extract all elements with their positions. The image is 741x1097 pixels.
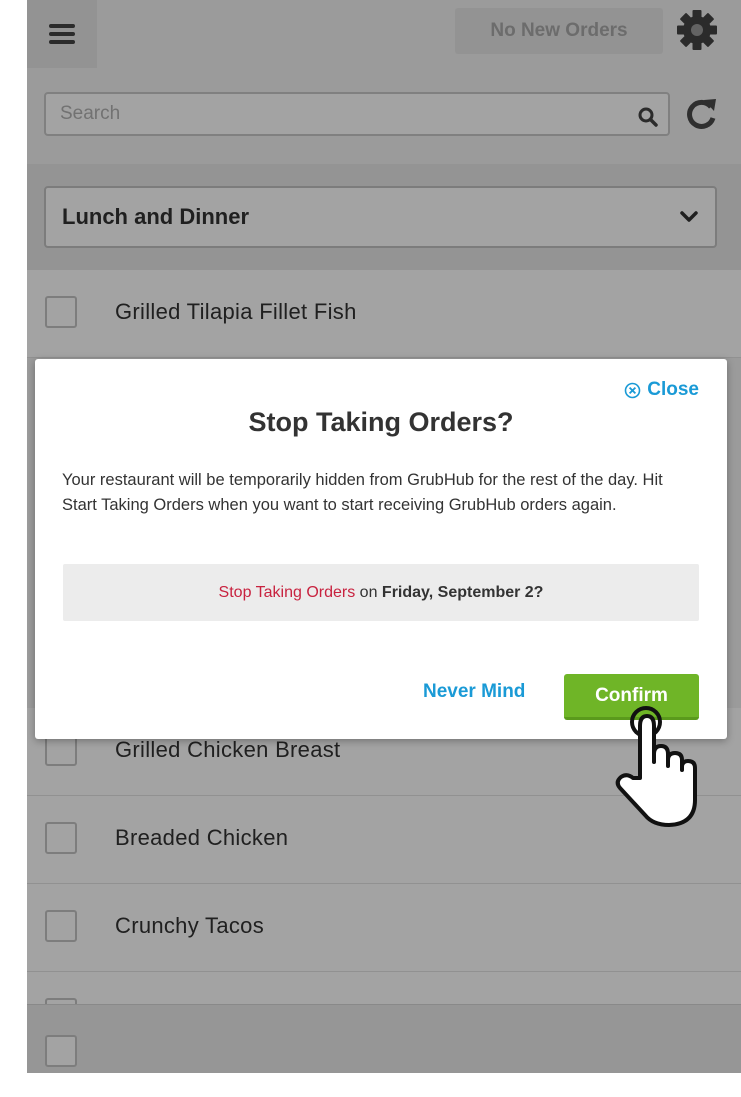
dialog-body: Your restaurant will be temporarily hidd… bbox=[62, 471, 663, 514]
stop-orders-dialog: Close Stop Taking Orders? Your restauran… bbox=[35, 359, 727, 739]
prompt-date: Friday, September 2? bbox=[381, 583, 544, 601]
dialog-title: Stop Taking Orders? bbox=[248, 407, 514, 437]
prompt-action: Stop Taking Orders bbox=[218, 583, 356, 601]
tap-hand-icon bbox=[615, 706, 697, 827]
never-mind-button[interactable]: Never Mind bbox=[423, 675, 525, 709]
prompt-connector: on bbox=[359, 583, 378, 601]
close-circle-icon bbox=[624, 382, 641, 398]
close-label: Close bbox=[647, 379, 699, 400]
close-button[interactable]: Close bbox=[624, 379, 699, 401]
confirm-prompt: Stop Taking Orders on Friday, September … bbox=[63, 564, 699, 621]
